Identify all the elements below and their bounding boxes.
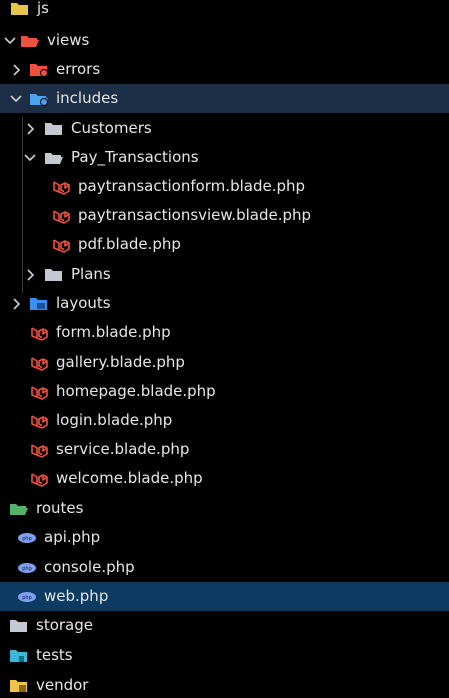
- chevron-right-icon[interactable]: [22, 121, 38, 137]
- chevron-right-icon[interactable]: [8, 296, 24, 312]
- tree-row-web-php[interactable]: php web.php: [0, 582, 449, 611]
- tree-row-label: service.blade.php: [56, 440, 190, 458]
- tree-row-label: storage: [36, 616, 93, 634]
- laravel-icon: [51, 208, 71, 224]
- tree-row-views[interactable]: views: [0, 26, 449, 55]
- chevron-down-icon[interactable]: [8, 91, 24, 107]
- php-icon: php: [17, 560, 37, 576]
- svg-text:php: php: [22, 595, 32, 601]
- tree-row-routes[interactable]: routes: [0, 494, 449, 523]
- folder-icon: [44, 121, 64, 137]
- folder-routes-icon: [9, 501, 29, 517]
- tree-row-label: console.php: [44, 558, 135, 576]
- folder-views-open-icon: [20, 33, 40, 49]
- tree-row-login-blade-php[interactable]: login.blade.php: [0, 406, 449, 435]
- laravel-icon: [51, 179, 71, 195]
- php-icon: php: [17, 530, 37, 546]
- folder-icon: [44, 267, 64, 283]
- tree-row-vendor[interactable]: vendor: [0, 671, 449, 698]
- laravel-icon: [29, 384, 49, 400]
- tree-row-label: homepage.blade.php: [56, 382, 216, 400]
- folder-tests-icon: [9, 648, 29, 664]
- tree-row-label: pdf.blade.php: [78, 235, 181, 253]
- tree-row-label: includes: [56, 89, 119, 107]
- tree-row-pdf-blade-php[interactable]: pdf.blade.php: [0, 230, 449, 259]
- tree-row-label: Customers: [71, 119, 152, 137]
- folder-vendor-icon: [9, 678, 29, 694]
- folder-icon: [9, 618, 29, 634]
- folder-errors-icon: [29, 62, 49, 78]
- tree-row-label: welcome.blade.php: [56, 469, 203, 487]
- file-explorer-tree: js views errors includes Customers Pay_Transa…: [0, 0, 449, 698]
- tree-row-console-php[interactable]: php console.php: [0, 553, 449, 582]
- tree-row-label: errors: [56, 60, 101, 78]
- tree-row-layouts[interactable]: layouts: [0, 289, 449, 318]
- tree-row-paytransactionsview-blade-php[interactable]: paytransactionsview.blade.php: [0, 201, 449, 230]
- tree-row-tests[interactable]: tests: [0, 641, 449, 670]
- folder-layouts-icon: [29, 296, 49, 312]
- tree-row-label: Pay_Transactions: [71, 148, 199, 166]
- tree-row-homepage-blade-php[interactable]: homepage.blade.php: [0, 377, 449, 406]
- chevron-down-icon[interactable]: [2, 33, 18, 49]
- tree-row-label: tests: [36, 646, 73, 664]
- tree-row-label: paytransactionsview.blade.php: [78, 206, 312, 224]
- tree-row-plans[interactable]: Plans: [0, 260, 449, 289]
- folder-open-icon: [44, 150, 64, 166]
- php-icon: php: [17, 589, 37, 605]
- svg-text:php: php: [22, 536, 32, 542]
- laravel-icon: [29, 355, 49, 371]
- tree-row-label: web.php: [44, 587, 109, 605]
- tree-row-label: gallery.blade.php: [56, 353, 185, 371]
- tree-row-includes[interactable]: includes: [0, 84, 449, 113]
- svg-text:php: php: [22, 566, 32, 572]
- chevron-right-icon[interactable]: [8, 62, 24, 78]
- tree-row-label: api.php: [44, 528, 101, 546]
- tree-row-welcome-blade-php[interactable]: welcome.blade.php: [0, 464, 449, 493]
- chevron-right-icon[interactable]: [22, 267, 38, 283]
- folder-includes-open-icon: [29, 91, 49, 107]
- tree-row-customers[interactable]: Customers: [0, 114, 449, 143]
- tree-row-label: vendor: [36, 676, 89, 694]
- tree-row-label: views: [47, 31, 90, 49]
- laravel-icon: [51, 237, 71, 253]
- chevron-down-icon[interactable]: [22, 150, 38, 166]
- tree-row-label: login.blade.php: [56, 411, 173, 429]
- tree-row-gallery-blade-php[interactable]: gallery.blade.php: [0, 348, 449, 377]
- tree-row-label: routes: [36, 499, 84, 517]
- tree-row-js[interactable]: js: [0, 0, 449, 23]
- laravel-icon: [29, 471, 49, 487]
- tree-row-label: form.blade.php: [56, 323, 171, 341]
- tree-row-service-blade-php[interactable]: service.blade.php: [0, 435, 449, 464]
- tree-row-paytransactionform-blade-php[interactable]: paytransactionform.blade.php: [0, 172, 449, 201]
- laravel-icon: [29, 325, 49, 341]
- tree-row-label: layouts: [56, 294, 111, 312]
- laravel-icon: [29, 442, 49, 458]
- tree-row-api-php[interactable]: php api.php: [0, 523, 449, 552]
- tree-row-pay-transactions[interactable]: Pay_Transactions: [0, 143, 449, 172]
- tree-row-storage[interactable]: storage: [0, 611, 449, 640]
- tree-row-label: js: [37, 0, 49, 17]
- tree-row-form-blade-php[interactable]: form.blade.php: [0, 318, 449, 347]
- tree-row-label: paytransactionform.blade.php: [78, 177, 306, 195]
- tree-row-errors[interactable]: errors: [0, 55, 449, 84]
- tree-row-label: Plans: [71, 265, 111, 283]
- folder-js-icon: [10, 1, 30, 17]
- laravel-icon: [29, 413, 49, 429]
